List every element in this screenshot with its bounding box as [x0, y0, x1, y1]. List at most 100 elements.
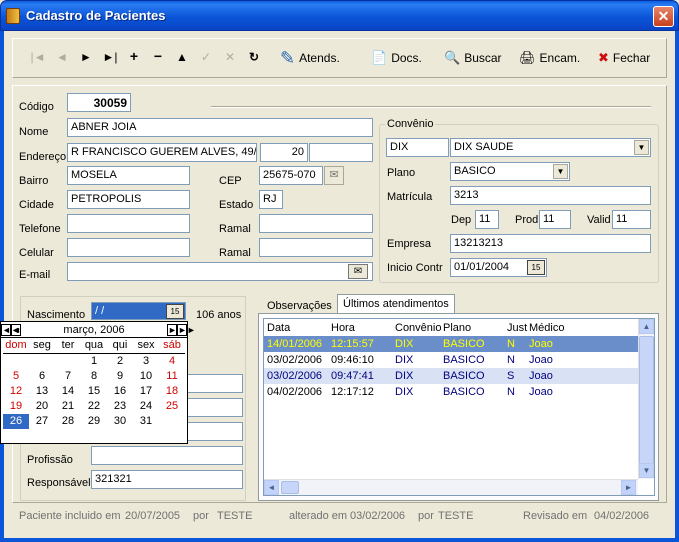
responsavel-field[interactable]: 321321 — [91, 470, 243, 489]
insert-record-button[interactable]: + — [126, 48, 142, 64]
next-record-button[interactable]: ► — [78, 50, 94, 64]
scrollbar-thumb[interactable] — [639, 336, 654, 464]
first-record-button[interactable]: |◄ — [30, 50, 46, 64]
valid-field[interactable]: 11 — [612, 210, 651, 229]
calendar-day[interactable]: 20 — [29, 399, 55, 414]
buscar-button[interactable]: 🔍 Buscar — [444, 46, 502, 70]
refresh-record-button[interactable]: ↻ — [246, 50, 262, 64]
convenio-name-select[interactable]: DIX SAUDE — [450, 138, 651, 157]
post-record-button[interactable]: ✓ — [198, 50, 214, 64]
delete-record-button[interactable]: − — [150, 48, 166, 64]
matricula-field[interactable]: 3213 — [450, 186, 651, 205]
chevron-down-icon[interactable]: ▼ — [634, 140, 649, 155]
calendar-day[interactable]: 31 — [133, 414, 159, 429]
calendar-day[interactable]: 16 — [107, 384, 133, 399]
column-header[interactable]: Médico — [526, 322, 586, 334]
prev-year-button[interactable]: ◄◄ — [1, 323, 20, 336]
scroll-left-icon[interactable]: ◄ — [264, 480, 279, 495]
calendar-day[interactable]: 5 — [3, 369, 29, 384]
calendar-day[interactable]: 24 — [133, 399, 159, 414]
next-month-button[interactable]: ► — [167, 323, 177, 336]
encaminhar-button[interactable]: 🖨 Encam. — [519, 46, 580, 70]
hscrollbar-thumb[interactable] — [281, 481, 299, 494]
convenio-code-field[interactable]: DIX — [386, 138, 449, 157]
calendar-day[interactable]: 7 — [55, 369, 81, 384]
vertical-scrollbar[interactable]: ▲ ▼ — [638, 319, 654, 479]
close-button[interactable]: ✕ — [653, 6, 674, 27]
table-row[interactable]: 14/01/2006 12:15:57 DIX BASICO N Joao — [264, 336, 638, 352]
calendar-icon[interactable]: 15 — [527, 260, 545, 275]
calendar-day[interactable]: 29 — [81, 414, 107, 429]
column-header[interactable]: Convênio — [392, 322, 441, 334]
calendar-day[interactable]: 15 — [81, 384, 107, 399]
codigo-field[interactable]: 30059 — [67, 93, 131, 112]
calendar-day[interactable]: 18 — [159, 384, 185, 399]
calendar-day[interactable]: 30 — [107, 414, 133, 429]
calendar-day[interactable]: 1 — [81, 354, 107, 369]
calendar-day[interactable]: 9 — [107, 369, 133, 384]
calendar-day[interactable]: 2 — [107, 354, 133, 369]
telefone-field[interactable] — [67, 214, 190, 233]
prev-record-button[interactable]: ◄ — [54, 50, 70, 64]
ramal1-field[interactable] — [259, 214, 373, 233]
calendar-day[interactable]: 21 — [55, 399, 81, 414]
table-row[interactable]: 03/02/2006 09:47:41 DIX BASICO S Joao — [264, 368, 638, 384]
calendar-day[interactable]: 11 — [159, 369, 185, 384]
column-header[interactable]: Just — [504, 322, 527, 334]
calendar-day[interactable]: 23 — [107, 399, 133, 414]
edit-record-button[interactable]: ▲ — [174, 50, 190, 64]
atendimentos-button[interactable]: ✎ Atends. — [280, 46, 340, 70]
calendar-day[interactable]: 26 — [3, 414, 29, 429]
cancel-record-button[interactable]: ✕ — [222, 50, 238, 64]
calendar-day[interactable]: 10 — [133, 369, 159, 384]
scroll-down-icon[interactable]: ▼ — [639, 463, 654, 478]
envelope-icon[interactable]: ✉ — [324, 166, 344, 185]
calendar-day[interactable]: 6 — [29, 369, 55, 384]
calendar-day[interactable]: 12 — [3, 384, 29, 399]
table-row[interactable]: 04/02/2006 12:17:12 DIX BASICO N Joao — [264, 384, 638, 400]
email-send-icon[interactable]: ✉ — [348, 264, 368, 279]
fechar-button[interactable]: ✖ Fechar — [598, 46, 650, 70]
ramal2-field[interactable] — [259, 238, 373, 257]
last-record-button[interactable]: ►| — [102, 50, 118, 64]
calendar-day[interactable]: 22 — [81, 399, 107, 414]
calendar-day[interactable]: 13 — [29, 384, 55, 399]
bairro-field[interactable]: MOSELA — [67, 166, 190, 185]
tab-ultimos-atendimentos[interactable]: Últimos atendimentos — [337, 294, 455, 314]
cep-field[interactable]: 25675-070 — [259, 166, 323, 185]
profissao-field[interactable] — [91, 446, 243, 465]
column-header[interactable]: Plano — [440, 322, 504, 334]
next-year-button[interactable]: ►► — [177, 323, 196, 336]
prev-month-button[interactable]: ◄ — [11, 323, 21, 336]
calendar-day[interactable]: 27 — [29, 414, 55, 429]
chevron-down-icon[interactable]: ▼ — [553, 164, 568, 179]
calendar-day[interactable]: 25 — [159, 399, 185, 414]
cidade-field[interactable]: PETROPOLIS — [67, 190, 190, 209]
calendar-icon[interactable]: 15 — [166, 304, 184, 319]
nome-field[interactable]: ABNER JOIA — [67, 118, 373, 137]
scroll-up-icon[interactable]: ▲ — [639, 319, 654, 334]
complemento-field[interactable] — [309, 143, 373, 162]
dep-field[interactable]: 11 — [475, 210, 499, 229]
estado-field[interactable]: RJ — [259, 190, 283, 209]
celular-field[interactable] — [67, 238, 190, 257]
prod-field[interactable]: 11 — [539, 210, 571, 229]
calendar-day[interactable]: 17 — [133, 384, 159, 399]
calendar-day[interactable]: 28 — [55, 414, 81, 429]
calendar-day[interactable]: 19 — [3, 399, 29, 414]
email-field[interactable] — [67, 262, 373, 281]
calendar-day[interactable]: 3 — [133, 354, 159, 369]
endereco-field[interactable]: R FRANCISCO GUEREM ALVES, 49/ — [67, 143, 257, 162]
column-header[interactable]: Data — [264, 322, 328, 334]
calendar-day[interactable]: 14 — [55, 384, 81, 399]
numero-field[interactable]: 20 — [260, 143, 308, 162]
calendar-day[interactable]: 8 — [81, 369, 107, 384]
plano-select[interactable]: BASICO — [450, 162, 570, 181]
scroll-right-icon[interactable]: ► — [621, 480, 636, 495]
table-row[interactable]: 03/02/2006 09:46:10 DIX BASICO N Joao — [264, 352, 638, 368]
horizontal-scrollbar[interactable]: ◄ ► — [264, 479, 638, 495]
column-header[interactable]: Hora — [328, 322, 392, 334]
calendar-day[interactable]: 4 — [159, 354, 185, 369]
empresa-field[interactable]: 13213213 — [450, 234, 651, 253]
documentos-button[interactable]: 📄 Docs. — [371, 46, 422, 70]
